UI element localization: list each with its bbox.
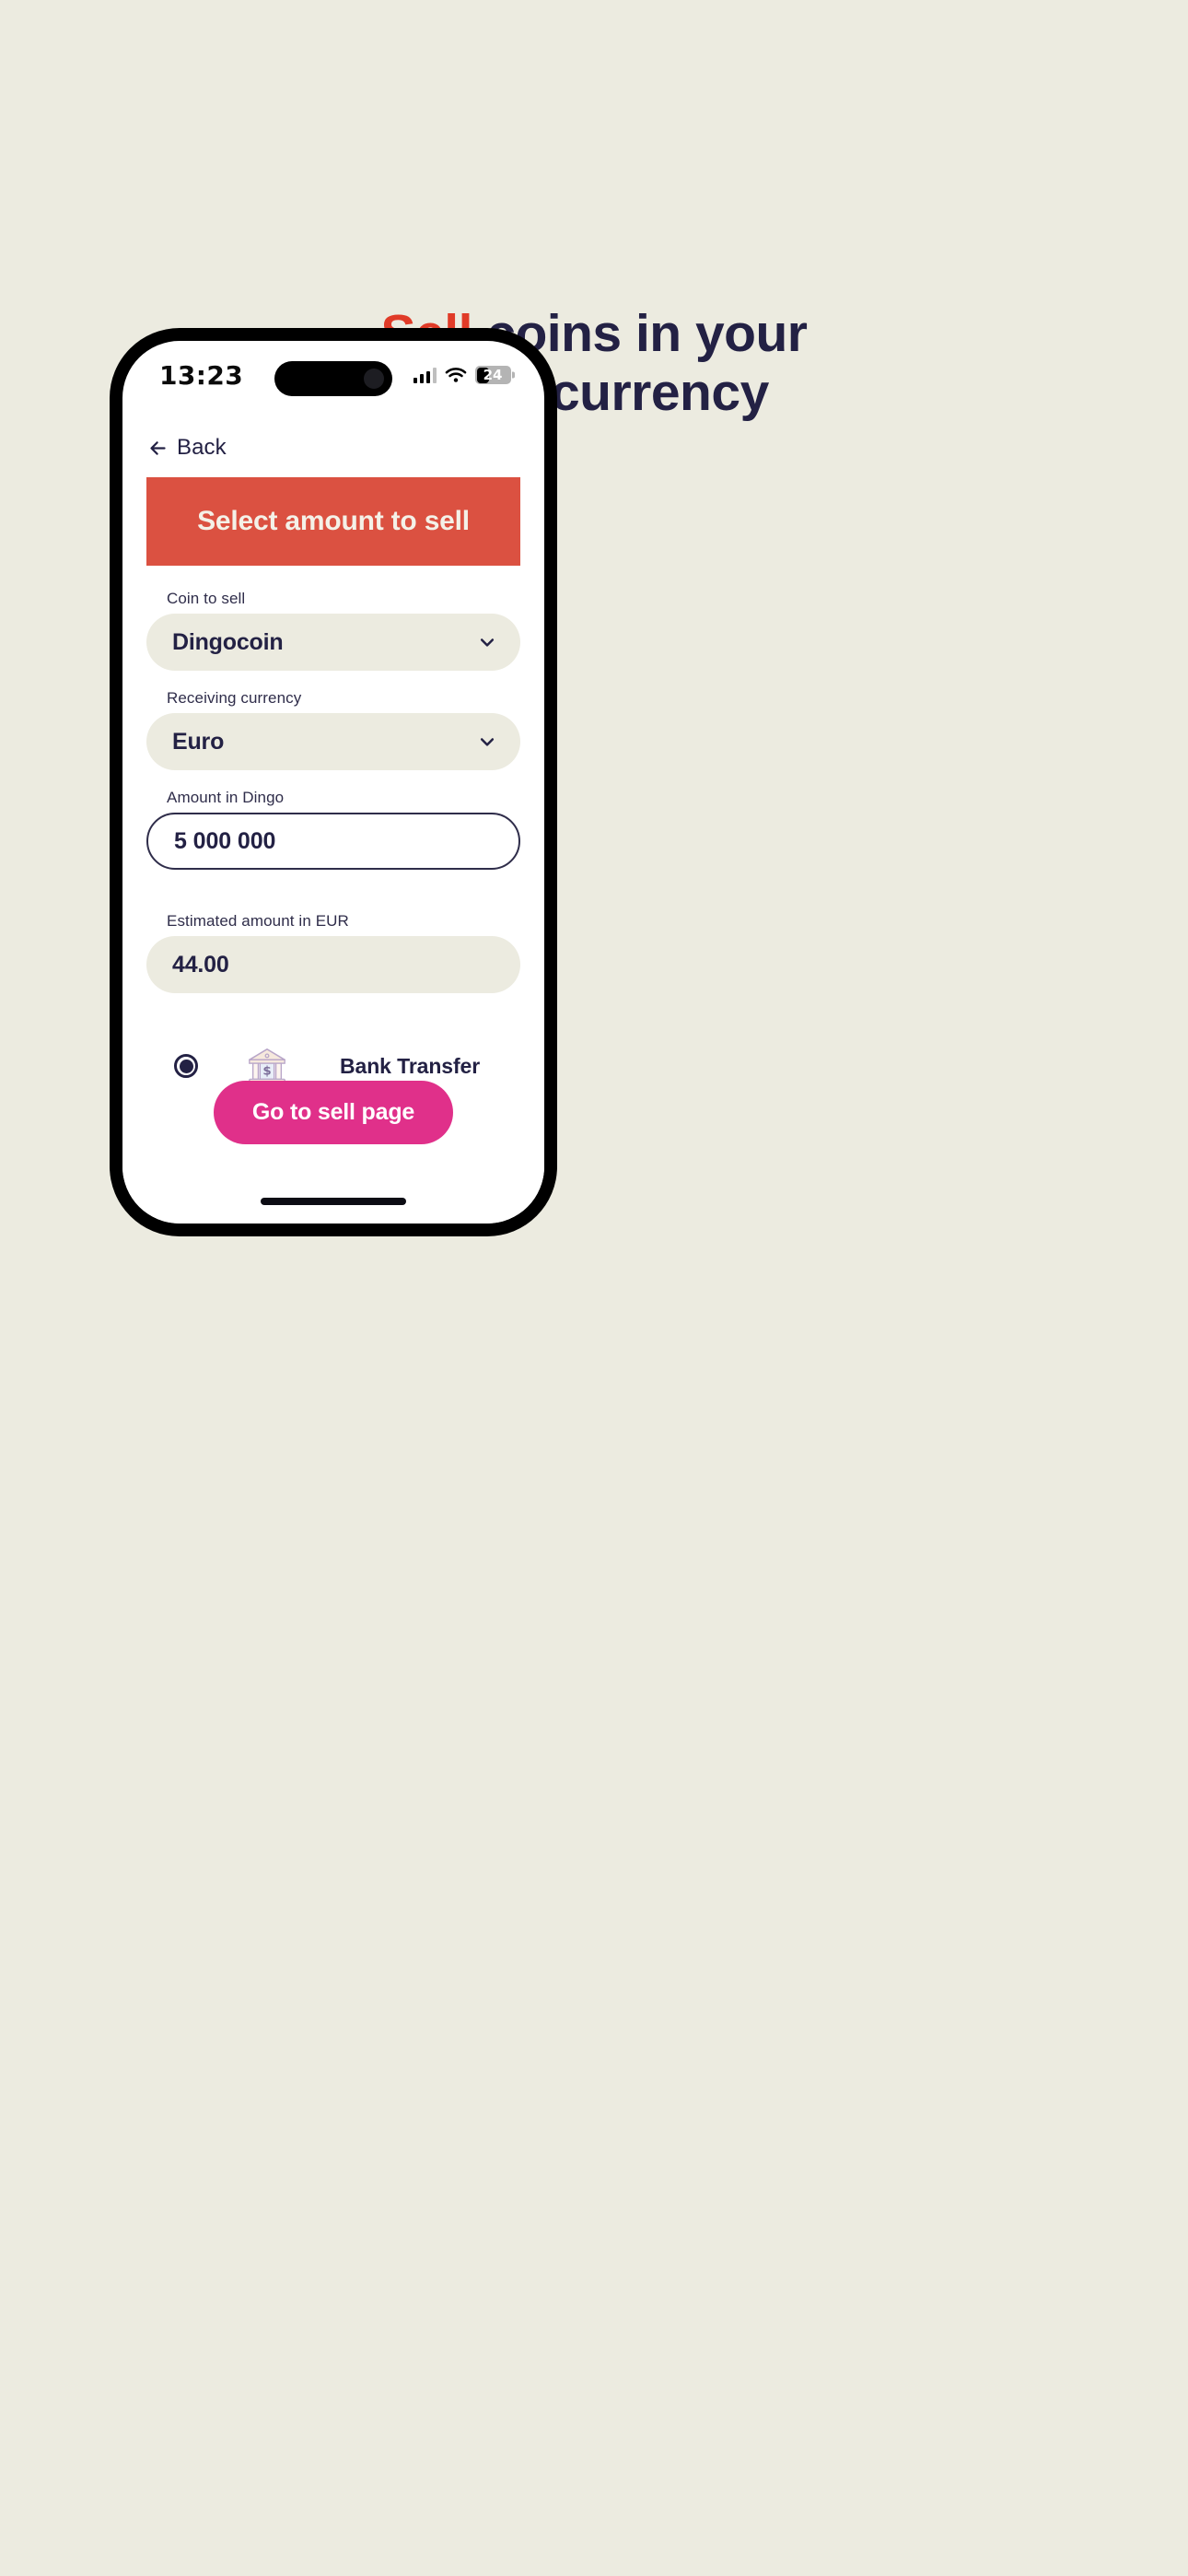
receiving-currency-label: Receiving currency (167, 689, 302, 707)
coin-to-sell-select[interactable]: Dingocoin (146, 614, 520, 671)
dynamic-island (274, 361, 392, 396)
cta-container: Go to sell page (122, 1081, 544, 1144)
wifi-icon (445, 368, 467, 382)
go-to-sell-page-button[interactable]: Go to sell page (213, 1081, 454, 1144)
status-bar-time: 13:23 (159, 359, 244, 391)
chevron-down-icon (480, 638, 495, 647)
amount-in-dingo-label: Amount in Dingo (167, 789, 285, 806)
payment-method-label: Bank Transfer (340, 1053, 481, 1078)
page-banner: Select amount to sell (146, 477, 520, 566)
front-camera-icon (364, 369, 384, 389)
amount-in-dingo-value: 5 000 000 (174, 827, 276, 854)
estimated-amount-value: 44.00 (172, 951, 229, 978)
receiving-currency-value: Euro (172, 728, 225, 755)
back-button-label: Back (177, 435, 227, 460)
chevron-down-icon (480, 738, 495, 746)
phone-screen: 13:23 24 Back Select amount to sell Coin… (122, 341, 544, 1224)
app-content: Back Select amount to sell Coin to sell … (122, 409, 544, 1224)
estimated-amount-label: Estimated amount in EUR (167, 912, 349, 930)
cellular-signal-icon (413, 367, 437, 383)
coin-to-sell-value: Dingocoin (172, 628, 284, 655)
amount-in-dingo-input[interactable]: 5 000 000 (146, 813, 520, 870)
banner-title: Select amount to sell (197, 506, 470, 536)
arrow-left-icon (150, 440, 166, 455)
receiving-currency-select[interactable]: Euro (146, 713, 520, 770)
svg-text:$: $ (262, 1065, 271, 1079)
battery-icon: 24 (475, 366, 511, 384)
estimated-amount-field: 44.00 (146, 936, 520, 993)
home-indicator[interactable] (261, 1198, 406, 1205)
payment-method-radio[interactable] (174, 1054, 198, 1078)
form-fields: Coin to sell Dingocoin Receiving currenc… (146, 566, 520, 993)
back-button[interactable]: Back (122, 409, 544, 461)
phone-mockup: 13:23 24 Back Select amount to sell Coin… (110, 328, 557, 1236)
battery-percent-label: 24 (483, 367, 503, 383)
coin-to-sell-label: Coin to sell (167, 590, 246, 607)
radio-selected-dot (179, 1059, 193, 1073)
status-bar-indicators: 24 (413, 366, 511, 384)
